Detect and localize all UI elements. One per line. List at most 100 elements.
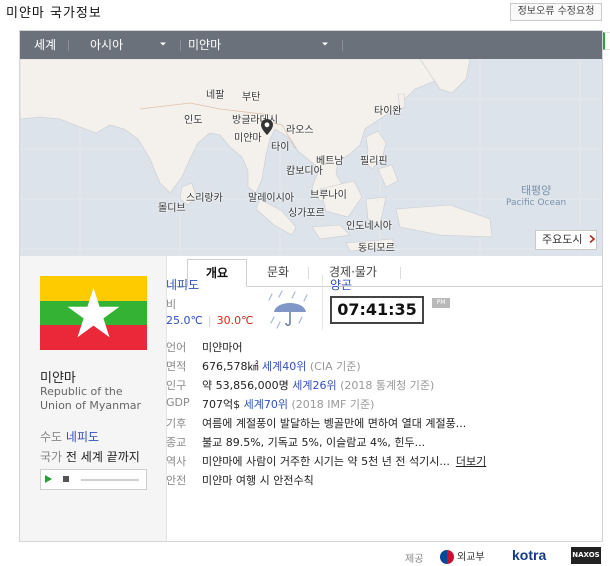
map-label-nepal: 네팔 (206, 90, 225, 101)
nav-country[interactable]: 미얀마 (188, 31, 221, 59)
map-label-malaysia: 말레이시아 (248, 193, 294, 204)
language-value[interactable]: 미얀마어 (202, 339, 242, 355)
temp-high: 30.0℃ (216, 314, 254, 327)
temp-divider: | (207, 314, 212, 327)
map-label-maldives: 몰디브 (158, 203, 186, 214)
region-map[interactable]: 네팔 부탄 인도 방글라데시 미얀마 라오스 타이 베트남 캄보디아 필리핀 타… (20, 59, 602, 256)
anthem-label: 국가 (40, 450, 63, 464)
side-panel-edge (603, 32, 610, 50)
provider-footer: 제공 외교부 kotra NAXOS (0, 546, 610, 566)
nav-world[interactable]: 세계 (34, 31, 56, 59)
capital-weather-city[interactable]: 네피도 (166, 276, 199, 293)
map-label-laos: 라오스 (286, 125, 314, 136)
myanmar-flag (40, 276, 147, 350)
map-label-cambodia: 캄보디아 (286, 166, 323, 177)
major-cities-label: 주요도시 (542, 233, 583, 246)
info-label: 안전 (166, 474, 187, 487)
tab-divider (400, 267, 401, 279)
local-time: 07:41:35 (330, 296, 424, 324)
nav-divider (68, 40, 69, 51)
capital-label: 수도 (40, 430, 63, 444)
area-value: 676,578㎢ 세계40위 (CIA 기준) (202, 358, 361, 374)
info-label: 언어 (166, 341, 187, 354)
mofa-emblem-icon (440, 550, 454, 564)
temp-low: 25.0℃ (166, 314, 203, 327)
history-value: 미얀마에 사람이 거주한 시기는 약 5천 년 전 석기시... 더보기 (202, 453, 486, 469)
map-label-philippines: 필리핀 (360, 156, 388, 167)
map-label-ocean: 태평양 Pacific Ocean (506, 182, 566, 208)
area-number: 676,578㎢ (202, 360, 259, 373)
map-label-myanmar: 미얀마 (234, 133, 262, 144)
country-name-ko: 미얀마 (40, 371, 76, 386)
location-breadcrumb: 세계 아시아 미얀마 (20, 31, 602, 59)
map-label-india: 인도 (184, 115, 203, 126)
nav-divider (342, 40, 343, 51)
religion-link[interactable]: 불교 89.5%, 기독교 5%, 이슬람교 4%, 힌두... (202, 434, 425, 450)
weather-condition: 비 (166, 298, 177, 311)
report-error-button[interactable]: 정보오류 수정요청 (510, 3, 602, 21)
tab-culture[interactable]: 문화 (258, 259, 298, 287)
country-profile-panel: 미얀마 Republic of the Union of Myanmar 수도 … (20, 256, 167, 541)
location-pin-icon (261, 119, 273, 135)
population-number: 약 53,856,000명 (202, 379, 289, 392)
ocean-name-ko: 태평양 (520, 184, 552, 197)
gdp-rank: 세계70위 (243, 398, 288, 411)
naxos-logo[interactable]: NAXOS (571, 547, 601, 564)
nav-region[interactable]: 아시아 (90, 31, 123, 59)
info-label: GDP (166, 396, 190, 409)
area-source: (CIA 기준) (309, 360, 361, 373)
page-title: 미얀마 국가정보 (6, 6, 102, 21)
country-name-en: Republic of the Union of Myanmar (40, 385, 142, 412)
map-label-taiwan: 타이완 (374, 106, 402, 117)
map-label-indonesia: 인도네시아 (346, 221, 392, 232)
nav-divider (180, 40, 181, 51)
map-label-thailand: 타이 (271, 142, 290, 153)
mofa-logo[interactable]: 외교부 (440, 548, 485, 564)
flag-graphic (40, 276, 147, 350)
anthem-title: 전 세계 끝까지 (65, 450, 140, 464)
kotra-logo[interactable]: kotra (512, 547, 546, 563)
major-cities-button[interactable]: 주요도시 (535, 230, 597, 250)
weather-divider (322, 275, 323, 330)
provider-label: 제공 (405, 554, 424, 565)
population-source: (2018 통계청 기준) (340, 379, 435, 392)
chevron-down-icon[interactable] (158, 39, 168, 49)
map-label-brunei: 브루나이 (310, 190, 347, 201)
map-label-singapore: 싱가포르 (288, 208, 325, 219)
safety-link[interactable]: 미얀마 여행 시 안전수칙 (202, 472, 314, 488)
ocean-name-en: Pacific Ocean (506, 198, 567, 208)
stop-icon[interactable] (63, 476, 69, 482)
rain-umbrella-icon (268, 290, 308, 329)
capital-row: 수도 네피도 (40, 428, 99, 445)
population-value: 약 53,856,000명 세계26위 (2018 통계청 기준) (202, 377, 434, 393)
map-label-srilanka: 스리랑카 (186, 193, 223, 204)
history-more-link[interactable]: 더보기 (456, 455, 486, 468)
info-label: 면적 (166, 360, 187, 373)
tab-economy[interactable]: 경제·물가 (316, 259, 390, 287)
info-label: 종교 (166, 436, 187, 449)
anthem-row: 국가 전 세계 끝까지 (40, 448, 140, 465)
gdp-value: 707억$ 세계70위 (2018 IMF 기준) (202, 396, 374, 412)
info-label: 인구 (166, 379, 187, 392)
gdp-source: (2018 IMF 기준) (291, 398, 375, 411)
area-rank: 세계40위 (262, 360, 307, 373)
play-icon[interactable] (45, 475, 52, 483)
tab-divider (308, 267, 309, 279)
chevron-right-icon (589, 234, 596, 244)
climate-link[interactable]: 여름에 계절풍이 발달하는 벵골만에 면하여 열대 계절풍... (202, 415, 466, 431)
map-label-timor: 동티모르 (358, 243, 395, 254)
history-text: 미얀마에 사람이 거주한 시기는 약 5천 년 전 석기시... (202, 455, 450, 468)
capital-link[interactable]: 네피도 (66, 430, 99, 444)
info-tabs: 개요 문화 경제·물가 (168, 259, 602, 287)
player-progress-track[interactable] (81, 479, 139, 481)
map-graphic (20, 59, 602, 256)
gdp-number: 707억$ (202, 398, 241, 411)
map-label-bhutan: 부탄 (242, 92, 261, 103)
info-label: 역사 (166, 455, 187, 468)
top-bar: 미얀마 국가정보 정보오류 수정요청 (0, 0, 610, 28)
population-rank: 세계26위 (292, 379, 337, 392)
info-label: 기후 (166, 417, 187, 430)
ampm-badge: PM (432, 298, 450, 308)
chevron-down-icon[interactable] (320, 39, 330, 49)
clock-city[interactable]: 양곤 (330, 276, 352, 293)
